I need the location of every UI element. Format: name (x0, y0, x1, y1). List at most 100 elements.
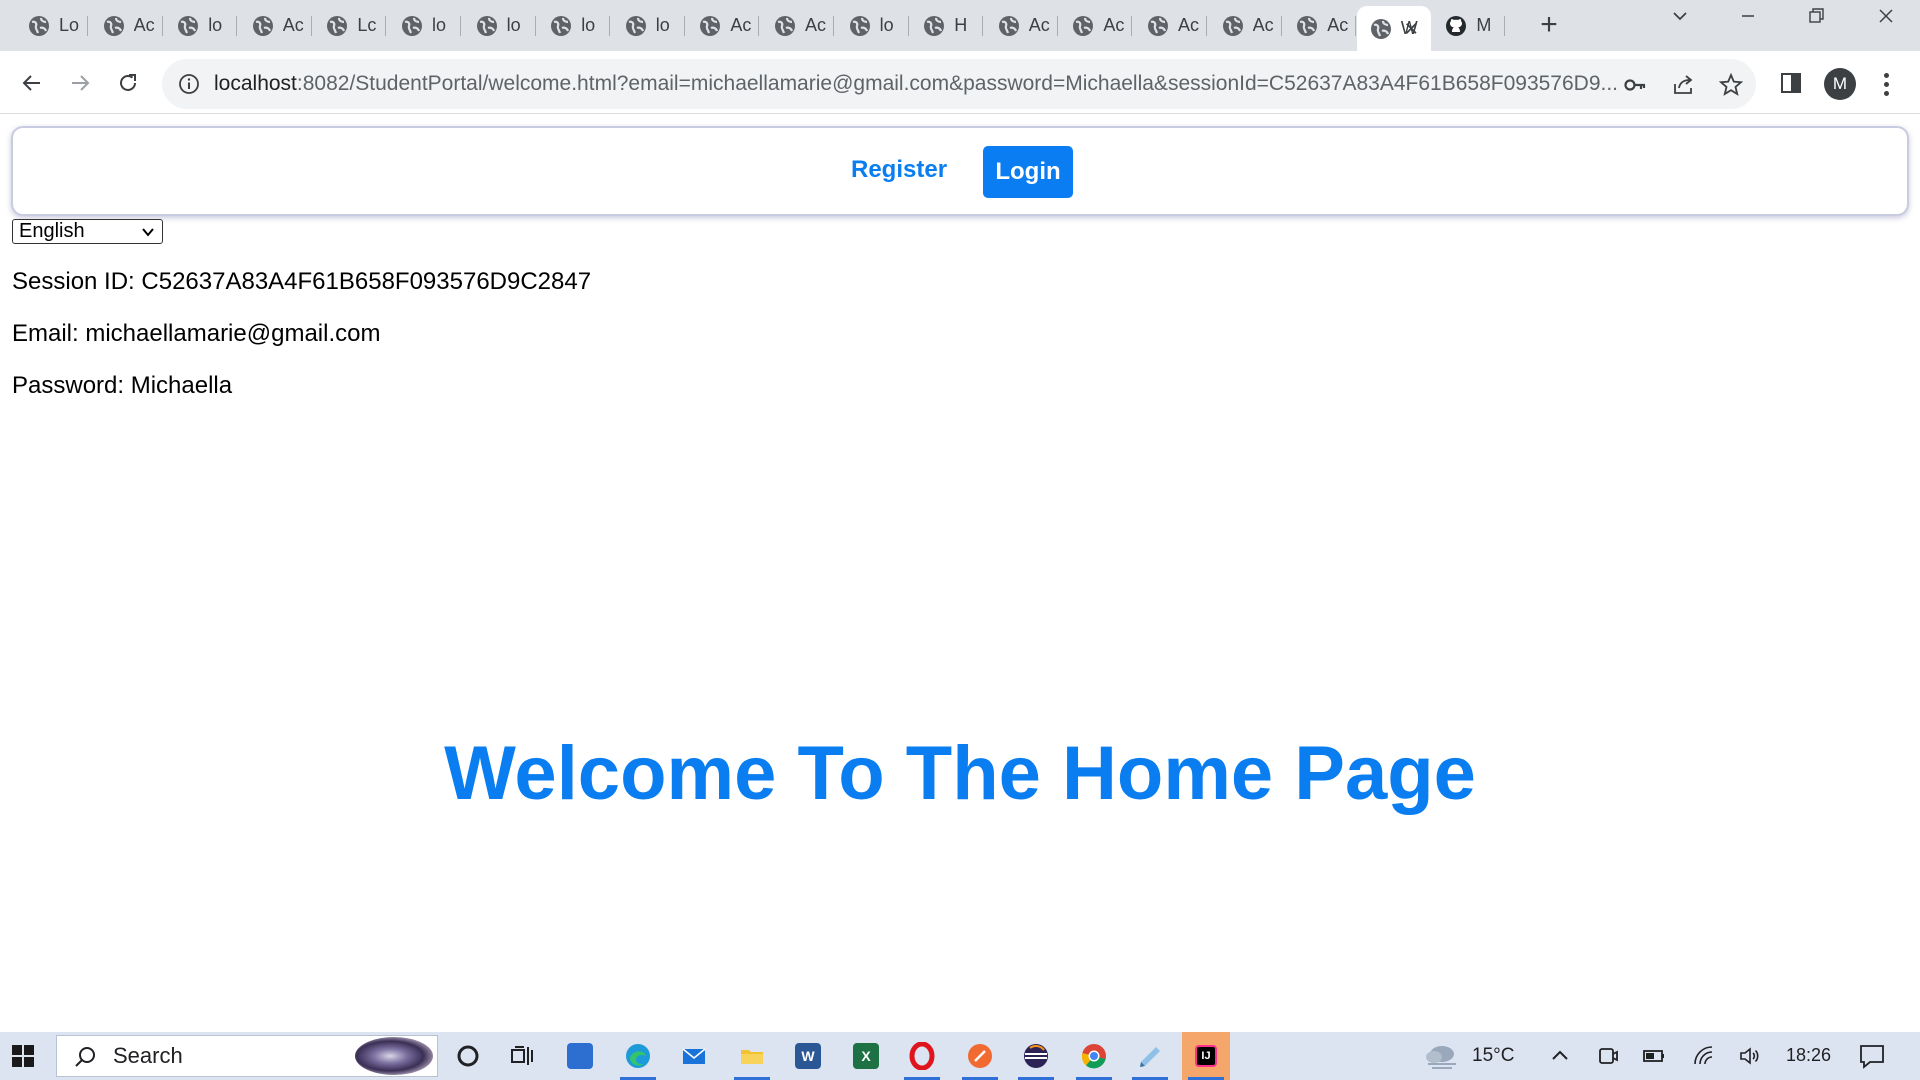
tab-title: lo (581, 15, 596, 35)
email-text: Email: michaellamarie@gmail.com (12, 320, 381, 347)
chevron-down-icon (142, 228, 154, 237)
notifications-icon[interactable] (1858, 1042, 1886, 1070)
tab[interactable]: lo (387, 8, 461, 43)
cortana-icon[interactable] (444, 1032, 492, 1080)
intellij-icon[interactable]: IJ (1182, 1032, 1230, 1080)
search-highlight-image (355, 1037, 433, 1075)
eclipse-icon[interactable] (1012, 1032, 1060, 1080)
tab-title: Ac (1327, 15, 1349, 35)
globe-icon (476, 15, 497, 36)
browser-menu-icon[interactable] (1876, 68, 1896, 100)
tab-title: Ac (730, 15, 752, 35)
globe-icon (625, 15, 646, 36)
tab[interactable]: Ac (984, 8, 1058, 43)
forward-arrow-icon[interactable] (62, 65, 98, 101)
tab-title: M (1476, 15, 1492, 35)
mail-icon[interactable] (670, 1032, 718, 1080)
url-text[interactable]: localhost:8082/StudentPortal/welcome.htm… (214, 72, 1634, 96)
tab-title: lo (655, 15, 670, 35)
tab-search-chevron-icon[interactable] (1660, 6, 1700, 32)
wifi-icon[interactable] (1692, 1044, 1716, 1068)
volume-icon[interactable] (1738, 1044, 1762, 1068)
key-icon[interactable] (1622, 72, 1648, 98)
globe-icon (924, 15, 945, 36)
chevron-up-icon[interactable] (1548, 1044, 1572, 1068)
close-tab-icon[interactable]: ✕ (1404, 19, 1419, 40)
taskbar-search-box[interactable]: Search (56, 1035, 438, 1077)
excel-icon[interactable]: X (842, 1032, 890, 1080)
opera-icon[interactable] (898, 1032, 946, 1080)
url-path: :8082/StudentPortal/welcome.html?email=m… (296, 72, 1619, 95)
tab[interactable]: Lc (312, 8, 387, 43)
weather-temperature[interactable]: 15°C (1472, 1045, 1514, 1067)
tab-title: Ac (1178, 15, 1200, 35)
tab[interactable]: H (909, 8, 984, 43)
tab[interactable]: Ac (1058, 8, 1133, 43)
postman-icon[interactable] (956, 1032, 1004, 1080)
tab[interactable]: Ac (760, 8, 834, 43)
register-link[interactable]: Register (851, 156, 947, 184)
tab[interactable]: Ac (89, 8, 163, 43)
tab[interactable]: Ac (685, 8, 760, 43)
github-icon (1446, 15, 1467, 36)
globe-icon (1222, 15, 1243, 36)
edge-icon[interactable] (614, 1032, 662, 1080)
globe-icon (1370, 18, 1391, 39)
globe-icon (849, 15, 870, 36)
share-icon[interactable] (1670, 72, 1696, 98)
address-bar[interactable]: localhost:8082/StudentPortal/welcome.htm… (162, 59, 1756, 109)
bookmark-star-icon[interactable] (1718, 72, 1744, 98)
meet-now-icon[interactable] (1596, 1044, 1620, 1068)
tab-title: lo (208, 15, 223, 35)
language-selected-value: English (19, 220, 85, 242)
tab-title: Lo (59, 15, 80, 35)
tab[interactable]: lo (611, 8, 685, 43)
tab-title: Ac (1028, 15, 1050, 35)
tab-title: lo (506, 15, 521, 35)
new-tab-button[interactable]: + (1535, 9, 1563, 41)
tab-title: Ac (282, 15, 304, 35)
site-info-icon[interactable] (178, 73, 200, 95)
battery-icon[interactable] (1642, 1044, 1666, 1068)
reload-icon[interactable] (110, 65, 146, 101)
minimize-icon[interactable] (1728, 6, 1768, 32)
tab[interactable]: Ac (1208, 8, 1282, 43)
language-select[interactable]: English (12, 219, 163, 244)
word-icon[interactable]: W (784, 1032, 832, 1080)
tab[interactable]: Lo (14, 8, 88, 43)
notepad-icon[interactable] (1126, 1032, 1174, 1080)
globe-icon (1073, 15, 1094, 36)
tab[interactable]: lo (163, 8, 238, 43)
chrome-icon[interactable] (1070, 1032, 1118, 1080)
globe-icon (700, 15, 721, 36)
tab[interactable]: Ac (238, 8, 312, 43)
windows-start-icon[interactable] (12, 1045, 34, 1067)
login-button[interactable]: Login (983, 146, 1073, 198)
file-explorer-icon[interactable] (728, 1032, 776, 1080)
tab[interactable]: Ac (1133, 8, 1207, 43)
tab[interactable]: M (1431, 8, 1506, 43)
tab-title: Ac (805, 15, 827, 35)
tab-active[interactable]: W ✕ (1356, 6, 1431, 51)
tab[interactable]: lo (835, 8, 909, 43)
tab-title: H (954, 15, 968, 35)
tab[interactable]: Ac (1282, 8, 1357, 43)
weather-cloud-icon[interactable] (1422, 1040, 1460, 1070)
tab-title: lo (432, 15, 447, 35)
search-icon (75, 1047, 95, 1067)
store-icon[interactable] (556, 1032, 604, 1080)
back-arrow-icon[interactable] (14, 65, 50, 101)
close-window-icon[interactable] (1866, 6, 1906, 32)
browser-tab-strip: Lo Ac lo Ac Lc lo lo lo lo Ac Ac lo H Ac Ac Ac Ac Ac W ✕ M + (0, 0, 1920, 51)
globe-icon (103, 15, 124, 36)
tab[interactable]: lo (536, 8, 611, 43)
tab-title: Ac (133, 15, 155, 35)
clock-time[interactable]: 18:26 (1786, 1045, 1831, 1066)
side-panel-icon[interactable] (1778, 70, 1804, 96)
session-id-text: Session ID: C52637A83A4F61B658F093576D9C… (12, 268, 592, 295)
site-navbar: Register Login (11, 126, 1909, 216)
restore-icon[interactable] (1796, 6, 1836, 32)
tab[interactable]: lo (462, 8, 536, 43)
profile-avatar[interactable]: M (1824, 68, 1856, 100)
task-view-icon[interactable] (498, 1032, 546, 1080)
